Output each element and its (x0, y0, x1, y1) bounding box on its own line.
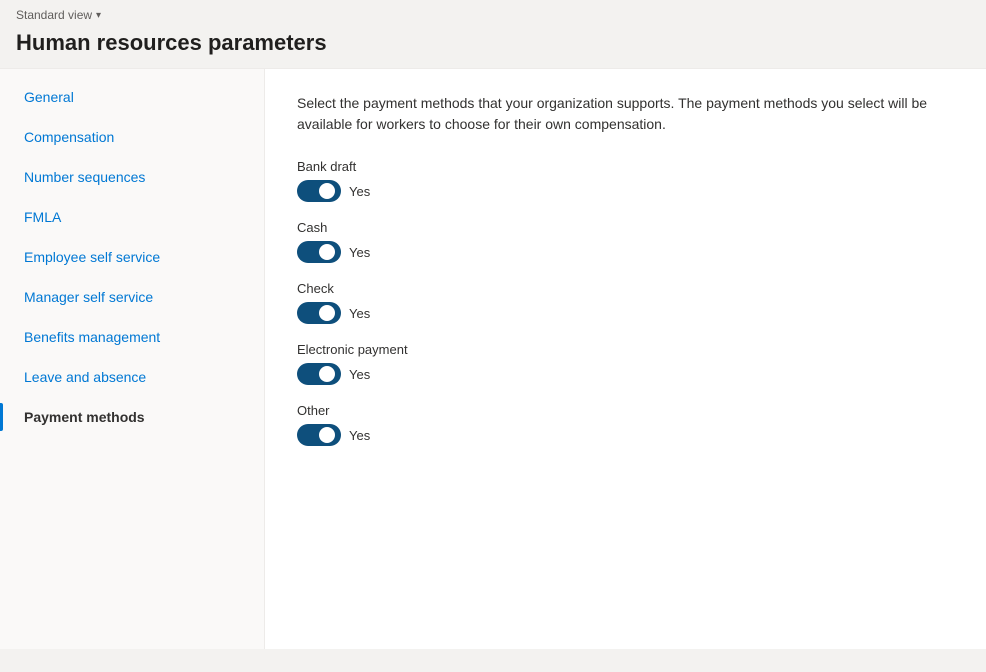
app-container: Standard view ▾ Human resources paramete… (0, 0, 986, 672)
payment-method-cash: Cash Yes (297, 220, 954, 263)
top-bar: Standard view ▾ (0, 0, 986, 26)
sidebar-item-leave-and-absence[interactable]: Leave and absence (0, 357, 264, 397)
sidebar-item-employee-self-service[interactable]: Employee self service (0, 237, 264, 277)
toggle-cash[interactable] (297, 241, 341, 263)
toggle-row-cash: Yes (297, 241, 954, 263)
payment-method-other: Other Yes (297, 403, 954, 446)
content-area: Select the payment methods that your org… (265, 69, 986, 649)
toggle-yes-label-check: Yes (349, 306, 370, 321)
payment-method-label-other: Other (297, 403, 954, 418)
toggle-yes-label-electronic-payment: Yes (349, 367, 370, 382)
toggle-yes-label-cash: Yes (349, 245, 370, 260)
payment-method-label-bank-draft: Bank draft (297, 159, 954, 174)
toggle-yes-label-other: Yes (349, 428, 370, 443)
payment-method-label-cash: Cash (297, 220, 954, 235)
toggle-yes-label-bank-draft: Yes (349, 184, 370, 199)
payment-method-label-check: Check (297, 281, 954, 296)
standard-view-label: Standard view (16, 8, 92, 22)
toggle-row-check: Yes (297, 302, 954, 324)
chevron-down-icon: ▾ (96, 10, 101, 21)
toggle-row-electronic-payment: Yes (297, 363, 954, 385)
payment-method-check: Check Yes (297, 281, 954, 324)
description-text: Select the payment methods that your org… (297, 93, 954, 135)
payment-method-label-electronic-payment: Electronic payment (297, 342, 954, 357)
toggle-other[interactable] (297, 424, 341, 446)
standard-view-dropdown[interactable]: Standard view ▾ (16, 8, 101, 22)
sidebar: GeneralCompensationNumber sequencesFMLAE… (0, 69, 265, 649)
main-content: GeneralCompensationNumber sequencesFMLAE… (0, 68, 986, 649)
toggle-electronic-payment[interactable] (297, 363, 341, 385)
sidebar-item-benefits-management[interactable]: Benefits management (0, 317, 264, 357)
sidebar-item-fmla[interactable]: FMLA (0, 197, 264, 237)
sidebar-item-manager-self-service[interactable]: Manager self service (0, 277, 264, 317)
sidebar-item-payment-methods[interactable]: Payment methods (0, 397, 264, 437)
toggle-row-other: Yes (297, 424, 954, 446)
toggle-row-bank-draft: Yes (297, 180, 954, 202)
payment-method-electronic-payment: Electronic payment Yes (297, 342, 954, 385)
sidebar-item-compensation[interactable]: Compensation (0, 117, 264, 157)
toggle-check[interactable] (297, 302, 341, 324)
sidebar-item-general[interactable]: General (0, 77, 264, 117)
payment-methods-list: Bank draftYesCashYesCheckYesElectronic p… (297, 159, 954, 446)
sidebar-item-number-sequences[interactable]: Number sequences (0, 157, 264, 197)
page-title: Human resources parameters (0, 26, 986, 68)
payment-method-bank-draft: Bank draft Yes (297, 159, 954, 202)
toggle-bank-draft[interactable] (297, 180, 341, 202)
